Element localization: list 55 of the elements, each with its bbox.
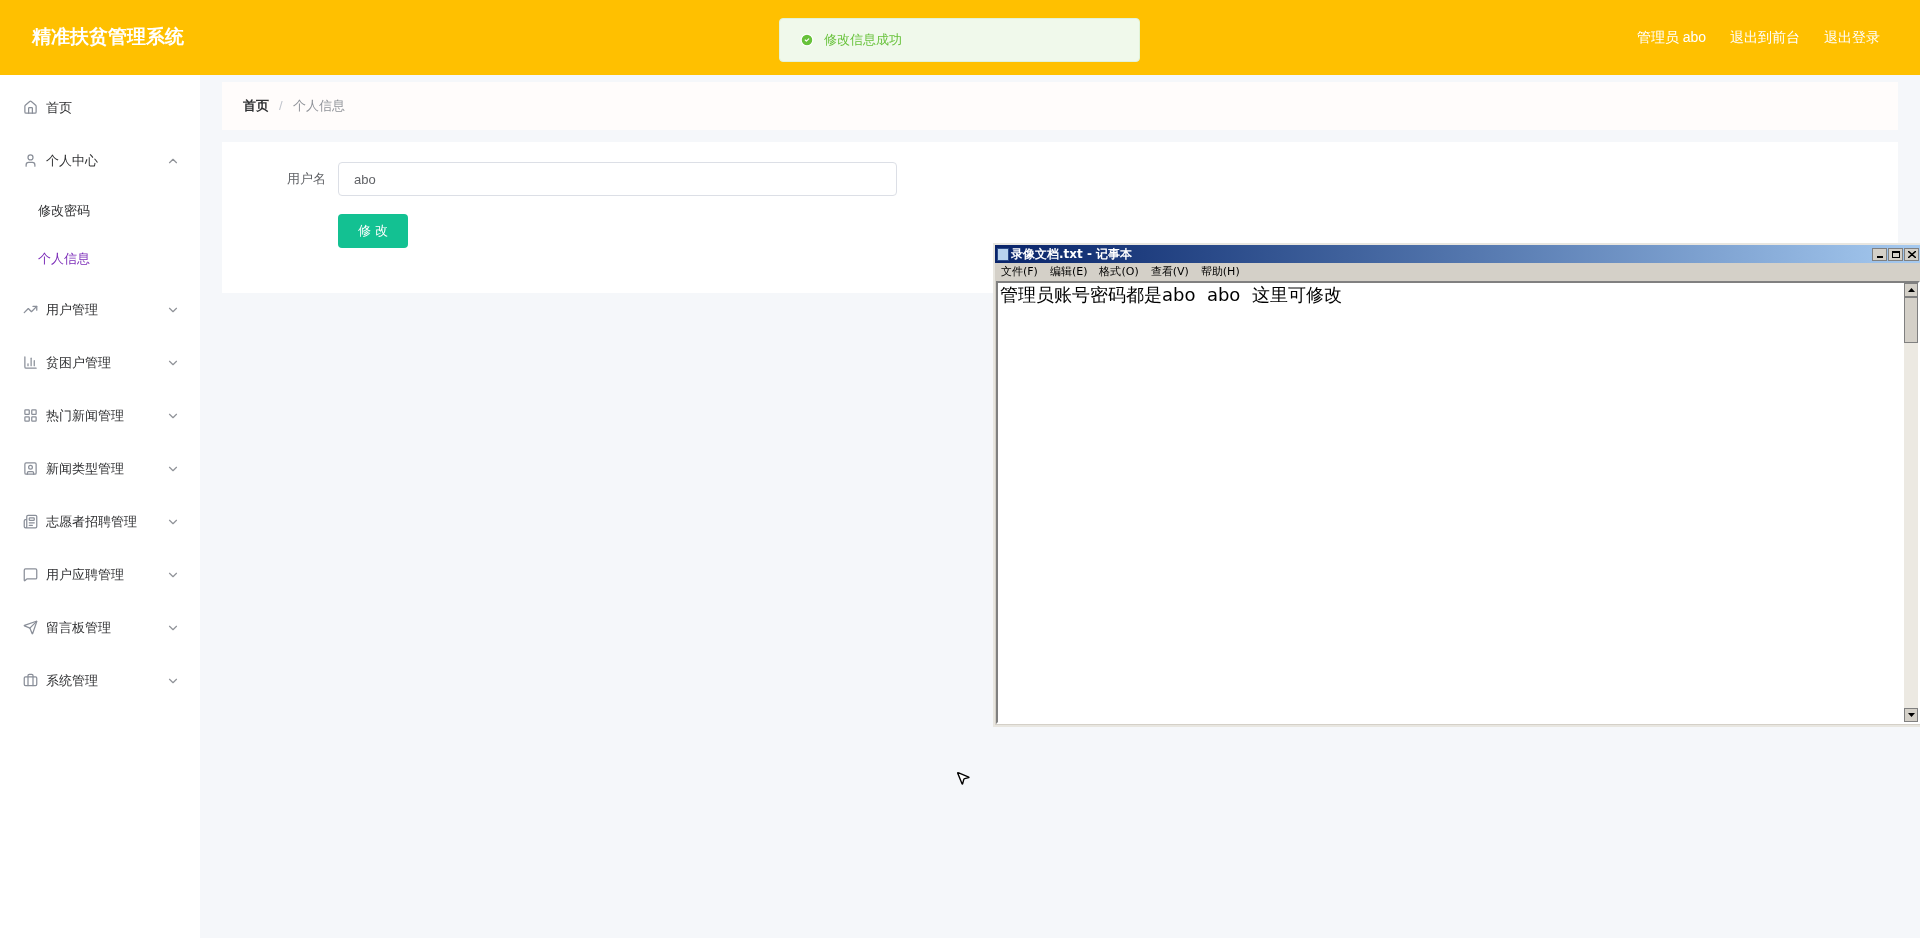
menu-item[interactable]: 帮助(H)	[1200, 263, 1240, 281]
send-icon	[23, 620, 38, 635]
maximize-button[interactable]	[1888, 247, 1903, 261]
sidebar-item[interactable]: 系统管理	[0, 654, 200, 707]
scroll-thumb[interactable]	[1904, 297, 1918, 343]
sidebar-item[interactable]: 个人中心	[0, 134, 200, 187]
sidebar-item[interactable]: 志愿者招聘管理	[0, 495, 200, 548]
chat-icon	[23, 567, 38, 582]
sidebar-label: 留言板管理	[46, 618, 111, 637]
sidebar-label: 个人中心	[46, 151, 98, 170]
username-field[interactable]: abo	[338, 162, 897, 196]
scrollbar[interactable]	[1904, 283, 1918, 722]
toast-message: 修改信息成功	[824, 31, 902, 50]
sidebar-item[interactable]: 首页	[0, 81, 200, 134]
sidebar-label: 新闻类型管理	[46, 459, 124, 478]
app-title: 精准扶贫管理系统	[32, 25, 184, 50]
breadcrumb-item[interactable]: 首页	[243, 96, 269, 116]
window-title: 录像文档.txt - 记事本	[1011, 246, 1133, 263]
breadcrumb-separator: /	[279, 97, 283, 116]
sidebar-label: 首页	[46, 98, 72, 117]
menu-item[interactable]: 文件(F)	[1001, 263, 1038, 281]
menu-item[interactable]: 查看(V)	[1150, 263, 1189, 281]
user-icon	[23, 153, 38, 168]
submenu-item[interactable]: 个人信息	[0, 235, 200, 283]
briefcase-icon	[23, 673, 38, 688]
check-icon	[800, 33, 814, 47]
field-label: 用户名	[286, 170, 327, 189]
close-icon	[1907, 250, 1916, 258]
sidebar-item[interactable]: 贫困户管理	[0, 336, 200, 389]
close-button[interactable]	[1904, 247, 1919, 261]
breadcrumb-item: 个人信息	[292, 97, 345, 116]
person-icon	[23, 461, 38, 476]
sidebar-item[interactable]: 热门新闻管理	[0, 389, 200, 442]
sidebar-item[interactable]: 用户管理	[0, 283, 200, 336]
bar-chart-icon	[23, 355, 38, 370]
sidebar-item[interactable]: 新闻类型管理	[0, 442, 200, 495]
menu-item[interactable]: 编辑(E)	[1049, 263, 1088, 281]
sidebar-item[interactable]: 留言板管理	[0, 601, 200, 654]
sidebar-label: 热门新闻管理	[46, 406, 124, 425]
home-icon	[23, 100, 38, 115]
sidebar-label: 志愿者招聘管理	[46, 512, 137, 531]
submenu-item[interactable]: 修改密码	[0, 187, 200, 235]
minimize-button[interactable]	[1872, 247, 1887, 261]
sidebar-label: 用户管理	[46, 300, 98, 319]
scroll-down-icon	[1907, 713, 1915, 717]
scroll-up-icon	[1907, 288, 1915, 292]
grid-icon	[23, 408, 38, 423]
sidebar-label: 系统管理	[46, 671, 98, 690]
menu-item[interactable]: 格式(O)	[1099, 263, 1139, 281]
notepad-icon	[997, 247, 1009, 261]
sidebar-label: 贫困户管理	[46, 353, 111, 372]
mouse-cursor-icon	[955, 770, 971, 786]
card-icon	[23, 514, 38, 529]
sidebar-label: 用户应聘管理	[46, 565, 124, 584]
sidebar-item[interactable]: 用户应聘管理	[0, 548, 200, 601]
